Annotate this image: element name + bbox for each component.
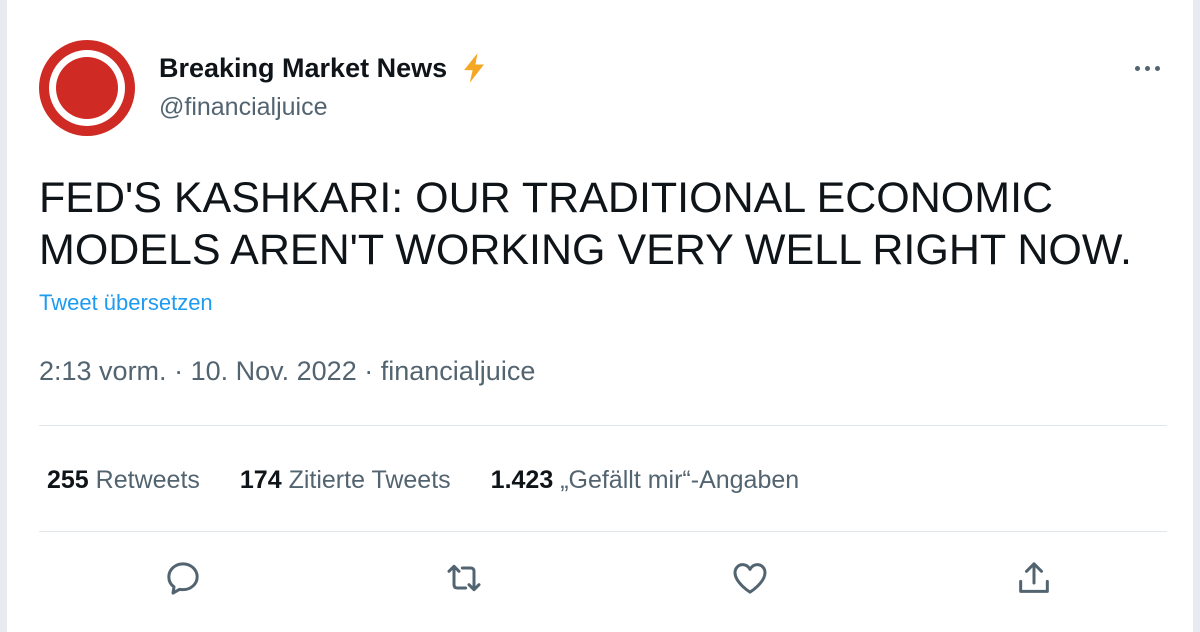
likes-stat[interactable]: 1.423 „Gefällt mir“-Angaben [491,466,800,495]
likes-count: 1.423 [490,465,554,494]
retweet-icon [447,564,481,592]
divider [39,425,1167,426]
tweet-date[interactable]: 10. Nov. 2022 [191,356,357,386]
share-button[interactable] [1014,558,1054,598]
tweet-text-line: MODELS AREN'T WORKING VERY WELL RIGHT NO… [39,226,1132,274]
author-handle[interactable]: @financialjuice [159,93,328,122]
likes-label: „Gefällt mir“-Angaben [560,465,800,494]
more-dot-icon [1134,65,1140,71]
retweets-count: 255 [47,465,89,494]
meta-separator: · [174,356,184,386]
tweet-metadata: 2:13 vorm. · 10. Nov. 2022 · financialju… [39,356,535,387]
engagement-stats: 255 Retweets 174 Zitierte Tweets 1.423 „… [47,463,839,497]
like-button[interactable] [730,558,770,598]
author-display-name[interactable]: Breaking Market News [159,53,447,84]
reply-button[interactable] [163,558,203,598]
retweet-button[interactable] [444,558,484,598]
tweet-text: FED'S KASHKARI: OUR TRADITIONAL ECONOMIC… [39,172,1179,276]
meta-separator: · [364,356,374,386]
tweet-text-line: FED'S KASHKARI: OUR TRADITIONAL ECONOMIC [39,174,1054,222]
tweet-time[interactable]: 2:13 vorm. [39,356,167,386]
like-icon [733,563,767,594]
author-name-row: Breaking Market News [159,50,491,86]
quote-tweets-count: 174 [239,465,282,494]
divider [39,531,1167,532]
tweet-source[interactable]: financialjuice [381,356,536,386]
retweets-label: Retweets [95,465,200,494]
quote-tweets-stat[interactable]: 174 Zitierte Tweets [240,466,451,495]
more-dot-icon [1144,65,1150,71]
translate-tweet-link[interactable]: Tweet übersetzen [39,290,213,316]
reply-icon [167,562,199,595]
retweets-stat[interactable]: 255 Retweets [47,466,200,495]
more-options-button[interactable] [1122,50,1172,86]
avatar-core [56,57,118,119]
share-icon [1019,562,1049,593]
more-dot-icon [1154,65,1160,71]
avatar[interactable] [39,40,135,136]
lightning-bolt-icon [464,53,485,83]
tweet-card: Breaking Market News @financialjuice FED… [7,0,1193,632]
quote-tweets-label: Zitierte Tweets [288,465,451,494]
